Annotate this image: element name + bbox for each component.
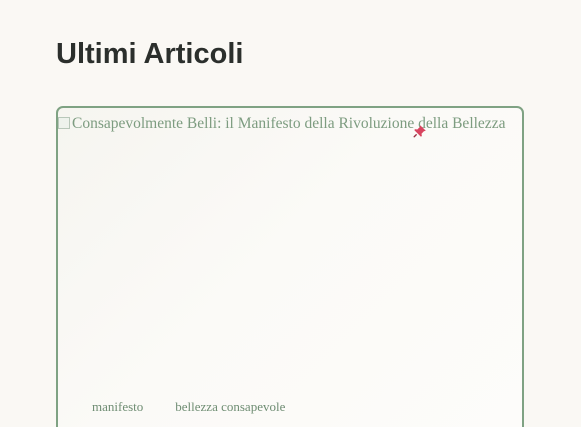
tag-bellezza-consapevole[interactable]: bellezza consapevole — [175, 398, 285, 416]
article-card[interactable]: Consapevolmente Belli: il Manifesto dell… — [56, 106, 524, 427]
article-tags: manifesto bellezza consapevole — [92, 398, 285, 416]
section-title: Ultimi Articoli — [56, 38, 244, 70]
pushpin-icon — [413, 125, 426, 138]
broken-image-icon — [58, 117, 70, 129]
article-image-alt-text: Consapevolmente Belli: il Manifesto dell… — [72, 115, 506, 132]
tag-manifesto[interactable]: manifesto — [92, 398, 143, 416]
article-image[interactable]: Consapevolmente Belli: il Manifesto dell… — [58, 110, 508, 137]
